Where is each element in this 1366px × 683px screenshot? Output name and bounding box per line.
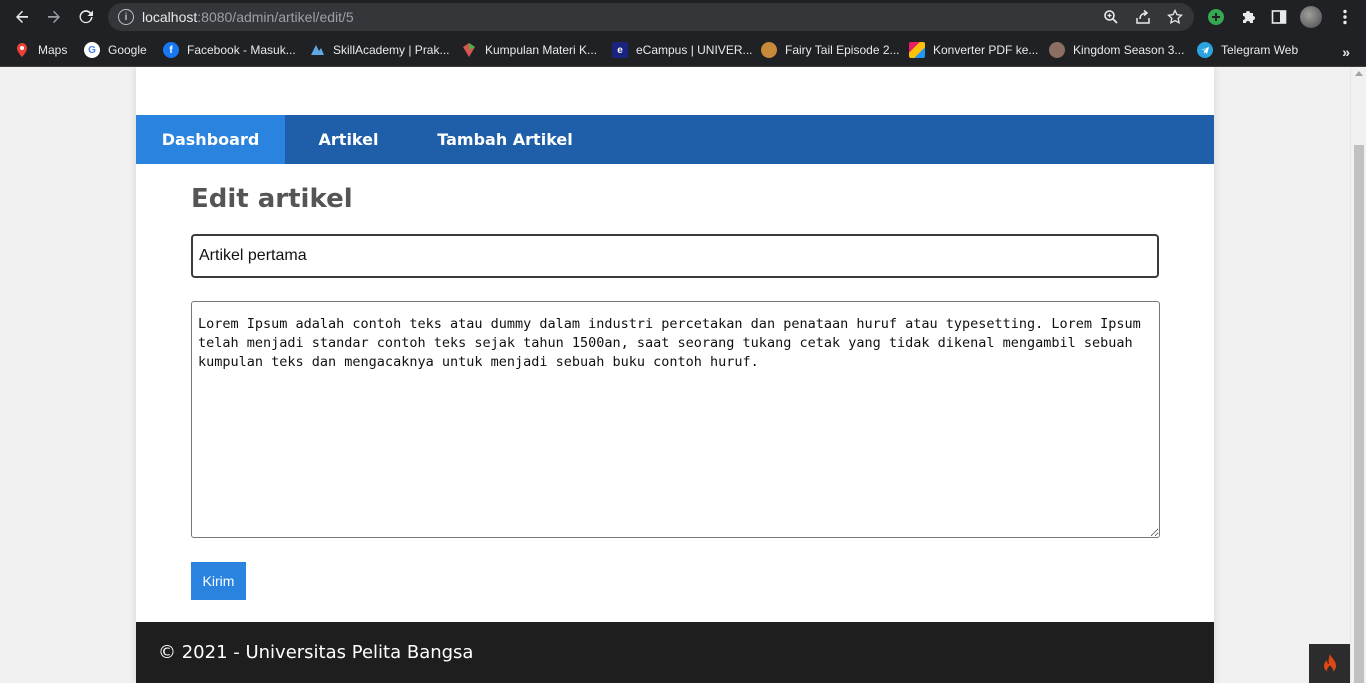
page-container: Dashboard Artikel Tambah Artikel Edit ar… (136, 67, 1214, 683)
back-arrow-icon[interactable] (10, 5, 34, 29)
bookmark-ecampus[interactable]: e eCampus | UNIVER... (612, 40, 752, 60)
bookmark-google[interactable]: G Google (84, 40, 147, 60)
share-icon[interactable] (1134, 8, 1152, 26)
nav-artikel[interactable]: Artikel (285, 115, 412, 164)
more-bookmarks-button[interactable]: » (1342, 44, 1350, 60)
bookmarks-bar: Maps G Google f Facebook - Masuk... Skil… (0, 34, 1366, 67)
title-input[interactable] (191, 234, 1159, 278)
footer-text: © 2021 - Universitas Pelita Bangsa (158, 642, 474, 663)
url-text[interactable]: localhost:8080/admin/artikel/edit/5 (142, 9, 354, 25)
address-bar[interactable]: i localhost:8080/admin/artikel/edit/5 (108, 3, 1194, 31)
codeigniter-debug-toolbar-icon[interactable] (1309, 644, 1350, 683)
scroll-up-arrow-icon[interactable] (1355, 71, 1363, 76)
bookmark-facebook[interactable]: f Facebook - Masuk... (163, 40, 296, 60)
nav-tambah-artikel[interactable]: Tambah Artikel (412, 115, 598, 164)
pdf-converter-icon (909, 42, 925, 58)
forward-arrow-icon[interactable] (42, 5, 66, 29)
main-nav: Dashboard Artikel Tambah Artikel (136, 115, 1214, 164)
bookmark-fairy-tail[interactable]: Fairy Tail Episode 2... (761, 40, 900, 60)
add-extension-icon[interactable] (1205, 6, 1227, 28)
bookmark-konverter-pdf[interactable]: Konverter PDF ke... (909, 40, 1038, 60)
side-panel-icon[interactable] (1268, 6, 1290, 28)
reload-icon[interactable] (74, 5, 98, 29)
page-viewport: Dashboard Artikel Tambah Artikel Edit ar… (0, 67, 1350, 683)
page-scrollbar[interactable] (1350, 67, 1366, 683)
materi-icon (461, 42, 477, 58)
scroll-thumb[interactable] (1354, 145, 1364, 683)
bookmark-telegram[interactable]: Telegram Web (1197, 40, 1298, 60)
telegram-icon (1197, 42, 1213, 58)
extensions-puzzle-icon[interactable] (1237, 6, 1259, 28)
bookmark-maps[interactable]: Maps (14, 40, 67, 60)
maps-icon (14, 42, 30, 58)
google-icon: G (84, 42, 100, 58)
footer: © 2021 - Universitas Pelita Bangsa (136, 622, 1214, 683)
bookmark-skillacademy[interactable]: SkillAcademy | Prak... (309, 40, 449, 60)
body-textarea[interactable]: Lorem Ipsum adalah contoh teks atau dumm… (191, 301, 1160, 538)
zoom-icon[interactable] (1102, 8, 1120, 26)
profile-avatar[interactable] (1300, 6, 1322, 28)
submit-button[interactable]: Kirim (191, 562, 246, 600)
fairytail-icon (761, 42, 777, 58)
bookmark-kumpulan-materi[interactable]: Kumpulan Materi K... (461, 40, 597, 60)
bookmark-star-icon[interactable] (1166, 8, 1184, 26)
browser-toolbar: i localhost:8080/admin/artikel/edit/5 (0, 0, 1366, 34)
skillacademy-icon (309, 42, 325, 58)
menu-dots-icon[interactable] (1334, 6, 1356, 28)
page-title: Edit artikel (191, 184, 353, 214)
nav-dashboard[interactable]: Dashboard (136, 115, 285, 164)
bookmark-kingdom[interactable]: Kingdom Season 3... (1049, 40, 1184, 60)
site-info-icon[interactable]: i (118, 9, 134, 25)
facebook-icon: f (163, 42, 179, 58)
ecampus-icon: e (612, 42, 628, 58)
kingdom-icon (1049, 42, 1065, 58)
